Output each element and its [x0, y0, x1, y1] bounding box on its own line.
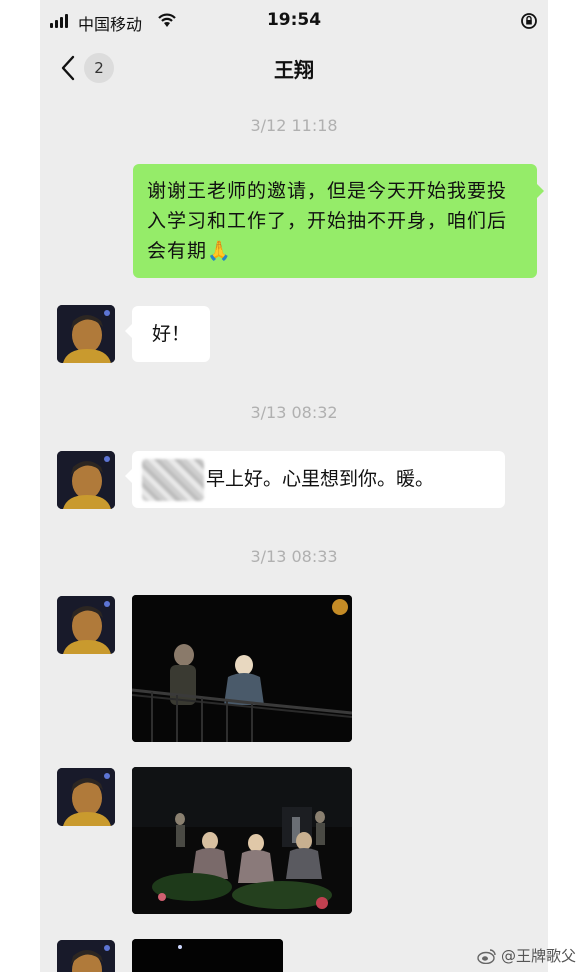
watermark: @王牌歌父 — [477, 945, 576, 966]
watermark-text: @王牌歌父 — [500, 947, 576, 965]
weibo-icon — [477, 948, 496, 964]
clock: 19:54 — [266, 10, 322, 30]
received-message-bubble[interactable]: 早上好。心里想到你。暖。 — [125, 451, 505, 508]
message-timestamp: 3/12 11:18 — [250, 116, 338, 135]
screen-lock-icon — [521, 13, 537, 29]
image-message[interactable] — [132, 767, 352, 914]
contact-avatar[interactable] — [57, 596, 115, 654]
received-message-text: 早上好。心里想到你。暖。 — [206, 468, 435, 490]
status-bar: 中国移动 19:54 — [40, 0, 548, 44]
received-message-text: 好！ — [151, 323, 190, 345]
sent-message-text: 谢谢王老师的邀请，但是今天开始我要投入学习和工作了，开始抽不开身，咱们后会有期 — [147, 180, 508, 262]
chat-title: 王翔 — [274, 58, 314, 82]
chat-nav-bar: 2 王翔 — [40, 44, 548, 94]
message-timestamp: 3/13 08:33 — [250, 547, 338, 566]
blurred-redaction — [142, 458, 204, 501]
pray-hands-icon: 🙏 — [207, 240, 232, 262]
received-message-bubble[interactable]: 好！ — [125, 306, 210, 362]
sent-message-bubble[interactable]: 谢谢王老师的邀请，但是今天开始我要投入学习和工作了，开始抽不开身，咱们后会有期🙏 — [133, 164, 544, 278]
contact-avatar[interactable] — [57, 940, 115, 972]
image-message[interactable] — [132, 939, 283, 972]
contact-avatar[interactable] — [57, 451, 115, 509]
message-timestamp: 3/13 08:32 — [250, 403, 338, 422]
phone-screen: 中国移动 19:54 2 王翔 3/12 11:18 谢谢王老师的邀请，但是今天… — [40, 0, 548, 972]
contact-avatar[interactable] — [57, 305, 115, 363]
contact-avatar[interactable] — [57, 768, 115, 826]
image-message[interactable] — [132, 595, 352, 742]
